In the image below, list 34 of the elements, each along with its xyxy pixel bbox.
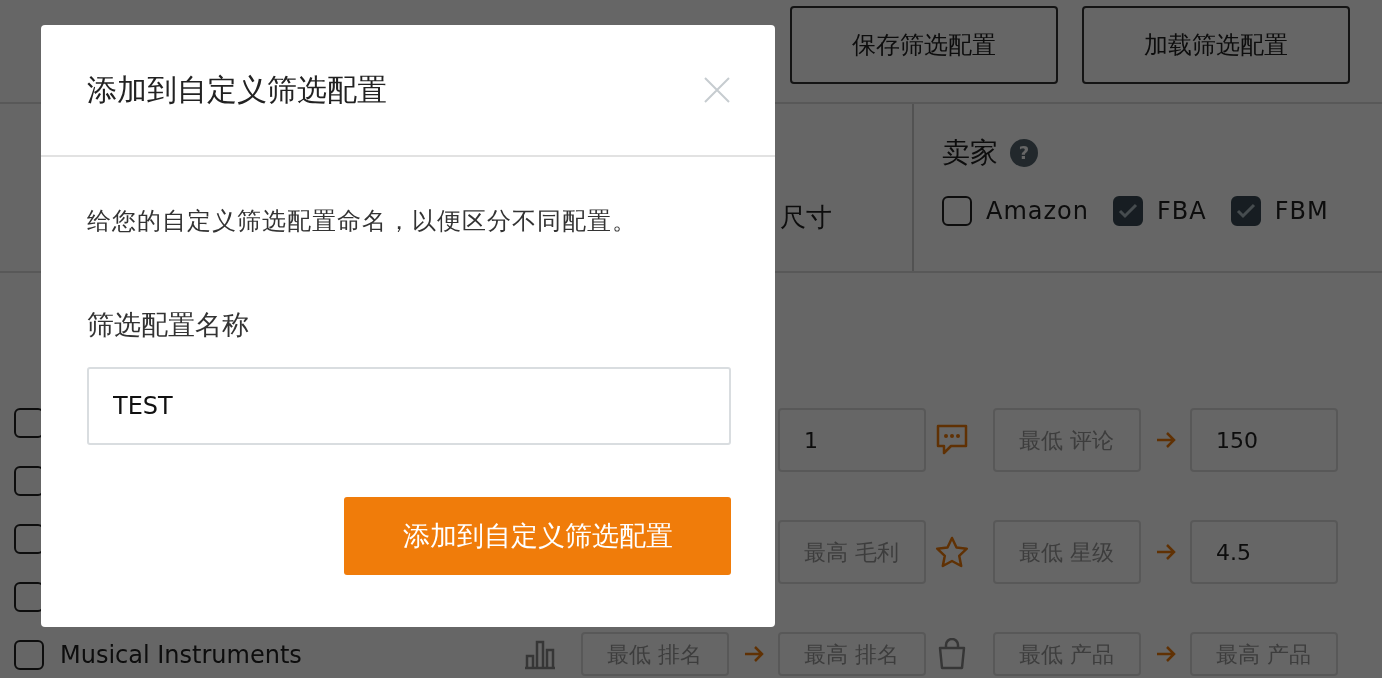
checkbox[interactable] [1113,196,1143,226]
checkmark-icon [1235,203,1256,219]
bar-chart-icon [523,638,557,670]
checkbox[interactable] [14,408,44,438]
checkbox[interactable] [14,466,44,496]
checkbox-label: FBM [1274,197,1329,225]
range-input[interactable]: 4.5 [1190,520,1338,584]
add-button[interactable]: 添加到自定义筛选配置 [344,497,731,575]
range-input[interactable]: 150 [1190,408,1338,472]
star-icon [935,536,969,568]
range-input[interactable]: 1 [778,408,926,472]
checkbox[interactable] [942,196,972,226]
arrow-right-icon [1155,644,1177,664]
checkbox-label: Amazon [986,197,1089,225]
dialog-title: 添加到自定义筛选配置 [87,70,387,109]
seller-title: 卖家 [942,135,998,171]
arrow-right-icon [1155,542,1177,562]
checkmark-icon [1118,203,1138,219]
category-label: Musical Instruments [60,641,302,669]
checkbox-label: FBA [1157,197,1207,225]
checkbox[interactable] [14,640,44,670]
speech-bubble-icon [935,424,969,456]
checkbox[interactable] [14,524,44,554]
filter-label: 尺寸 [780,201,832,234]
help-icon[interactable]: ? [1010,139,1038,167]
dialog-description: 给您的自定义筛选配置命名，以便区分不同配置。 [87,206,638,237]
checkbox[interactable] [1230,196,1261,226]
arrow-right-icon [743,644,765,664]
field-label: 筛选配置名称 [87,308,250,342]
name-input-field[interactable]: TEST [87,367,731,445]
toolbar-button[interactable]: 保存筛选配置 [790,6,1058,84]
checkbox[interactable] [14,582,44,612]
toolbar-button[interactable]: 加载筛选配置 [1082,6,1350,84]
arrow-right-icon [1155,430,1177,450]
